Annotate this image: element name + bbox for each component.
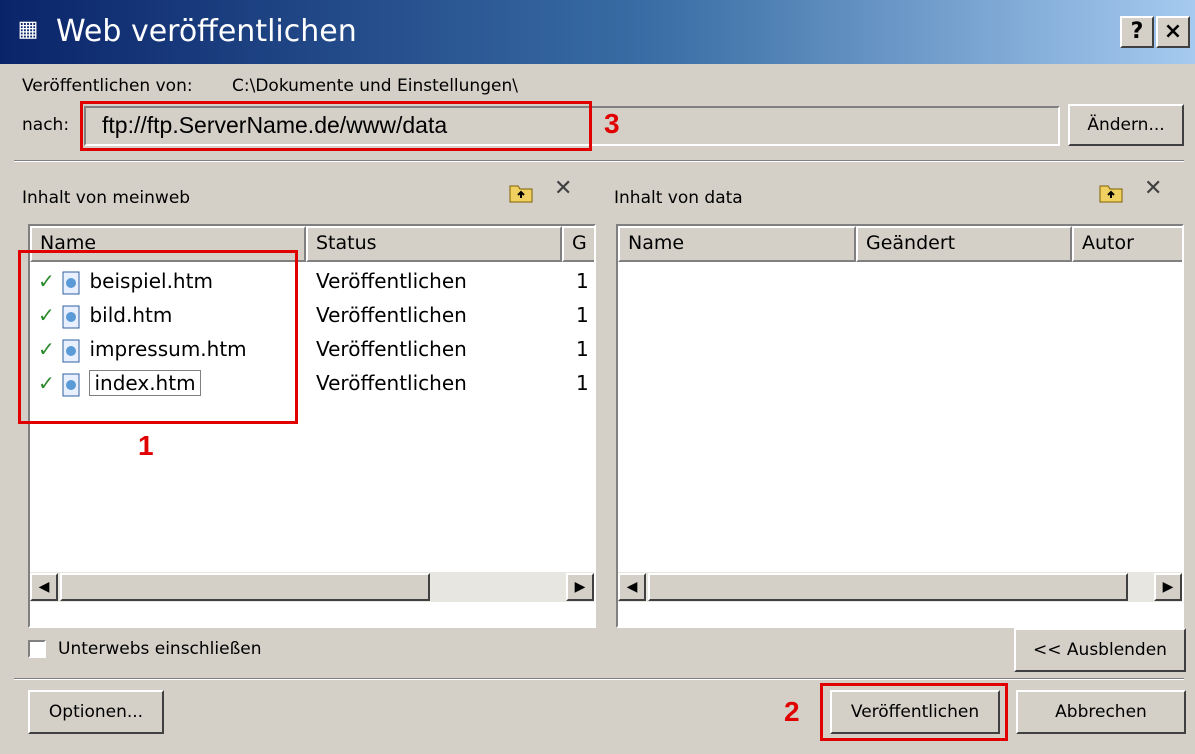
annotation-number-1: 1 xyxy=(138,430,154,461)
annotation-box-2 xyxy=(820,683,1008,741)
annotation-box-1 xyxy=(18,250,298,424)
subwebs-label: Unterwebs einschließen xyxy=(58,639,262,659)
scroll-right-icon[interactable]: ▶ xyxy=(1154,573,1182,601)
scroll-thumb[interactable] xyxy=(648,573,1128,601)
col-author[interactable]: Autor xyxy=(1072,226,1182,262)
file-status: Veröffentlichen xyxy=(316,371,467,395)
cancel-button[interactable]: Abbrechen xyxy=(1016,690,1186,734)
col-name[interactable]: Name xyxy=(618,226,856,262)
divider xyxy=(14,678,1184,680)
horizontal-scrollbar[interactable]: ◀ ▶ xyxy=(30,572,594,602)
folder-up-icon[interactable] xyxy=(508,180,534,210)
divider xyxy=(14,160,1184,162)
file-g: 1 xyxy=(576,303,589,327)
file-status: Veröffentlichen xyxy=(316,269,467,293)
file-status: Veröffentlichen xyxy=(316,337,467,361)
publish-web-icon: ▦ xyxy=(17,17,39,42)
file-status: Veröffentlichen xyxy=(316,303,467,327)
folder-up-icon[interactable] xyxy=(1098,180,1124,210)
target-label: nach: xyxy=(22,115,70,135)
window-title: Web veröffentlichen xyxy=(56,14,357,49)
horizontal-scrollbar[interactable]: ◀ ▶ xyxy=(618,572,1182,602)
right-file-list[interactable]: Name Geändert Autor ◀ ▶ xyxy=(616,224,1184,628)
source-label: Veröffentlichen von: xyxy=(22,76,193,96)
col-g[interactable]: G xyxy=(562,226,594,262)
col-modified[interactable]: Geändert xyxy=(856,226,1072,262)
source-path: C:\Dokumente und Einstellungen\ xyxy=(232,76,518,96)
scroll-left-icon[interactable]: ◀ xyxy=(618,573,646,601)
annotation-number-2: 2 xyxy=(784,696,800,727)
annotation-number-3: 3 xyxy=(604,108,620,139)
annotation-box-3 xyxy=(80,101,592,151)
scroll-right-icon[interactable]: ▶ xyxy=(566,573,594,601)
file-g: 1 xyxy=(576,337,589,361)
options-button[interactable]: Optionen... xyxy=(28,690,164,734)
file-g: 1 xyxy=(576,269,589,293)
change-button[interactable]: Ändern... xyxy=(1068,104,1184,146)
scroll-thumb[interactable] xyxy=(60,573,430,601)
left-pane-title: Inhalt von meinweb xyxy=(22,188,191,208)
subwebs-checkbox[interactable] xyxy=(28,640,46,658)
help-button[interactable]: ? xyxy=(1120,16,1154,48)
right-pane-title: Inhalt von data xyxy=(614,188,743,208)
delete-icon[interactable]: ✕ xyxy=(554,176,572,201)
close-button[interactable]: × xyxy=(1156,16,1190,48)
hide-button[interactable]: << Ausblenden xyxy=(1014,628,1186,672)
scroll-left-icon[interactable]: ◀ xyxy=(30,573,58,601)
col-status[interactable]: Status xyxy=(306,226,562,262)
file-g: 1 xyxy=(576,371,589,395)
delete-icon[interactable]: ✕ xyxy=(1144,176,1162,201)
